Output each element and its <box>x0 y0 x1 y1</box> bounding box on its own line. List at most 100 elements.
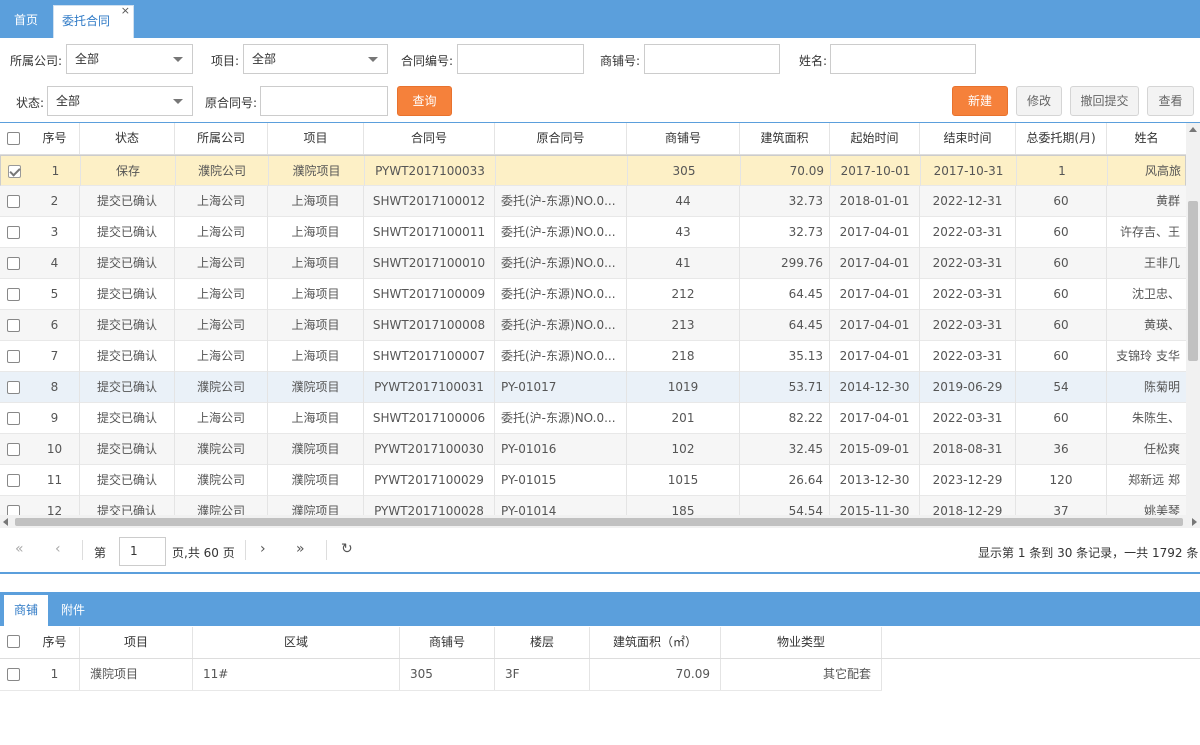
shop-no-input[interactable] <box>644 44 780 74</box>
cell-project: 濮院项目 <box>269 156 365 187</box>
tab-attachments[interactable]: 附件 <box>61 595 85 626</box>
table-row[interactable]: 9 提交已确认 上海公司 上海项目 SHWT2017100006 委托(沪-东源)NO.0… <box>0 403 1187 434</box>
new-button[interactable]: 新建 <box>952 86 1008 116</box>
select-all-checkbox[interactable] <box>7 132 20 145</box>
cell-name: 黄瑛、 <box>1107 310 1187 341</box>
column-header-project[interactable]: 项目 <box>80 627 193 658</box>
cell-index: 7 <box>30 341 80 372</box>
cell-area: 53.71 <box>740 372 830 403</box>
cell-name: 陈菊明 <box>1107 372 1187 403</box>
cell-shop-no: 1019 <box>627 372 740 403</box>
column-header-shop-no[interactable]: 商铺号 <box>627 123 740 154</box>
column-header-contract-no[interactable]: 合同号 <box>364 123 495 154</box>
project-select[interactable]: 全部 <box>243 44 388 74</box>
table-row[interactable]: 11 提交已确认 濮院公司 濮院项目 PYWT2017100029 PY-01015 101… <box>0 465 1187 496</box>
name-input[interactable] <box>830 44 976 74</box>
cell-company: 上海公司 <box>175 248 268 279</box>
chevron-down-icon <box>173 99 183 104</box>
last-page-icon[interactable]: » <box>296 541 305 557</box>
tab-home[interactable]: 首页 <box>14 5 38 38</box>
cell-end-date: 2019-06-29 <box>920 372 1016 403</box>
table-row[interactable]: 4 提交已确认 上海公司 上海项目 SHWT2017100010 委托(沪-东源)NO.0… <box>0 248 1187 279</box>
column-header-area[interactable]: 建筑面积 <box>740 123 830 154</box>
table-row[interactable]: 1 保存 濮院公司 濮院项目 PYWT2017100033 305 70.09 2017-10… <box>0 155 1188 187</box>
close-icon[interactable]: × <box>121 0 130 26</box>
column-header-project[interactable]: 项目 <box>268 123 364 154</box>
row-checkbox[interactable] <box>7 381 20 394</box>
cell-orig-contract-no: 委托(沪-东源)NO.0... <box>495 341 627 372</box>
row-checkbox[interactable] <box>7 474 20 487</box>
prev-page-icon[interactable]: ‹ <box>55 541 61 557</box>
table-row[interactable]: 3 提交已确认 上海公司 上海项目 SHWT2017100011 委托(沪-东源)NO.0… <box>0 217 1187 248</box>
column-header-start-date[interactable]: 起始时间 <box>830 123 920 154</box>
tab-shops[interactable]: 商铺 <box>4 595 48 626</box>
cell-project: 上海项目 <box>268 186 364 217</box>
column-header-name[interactable]: 姓名 <box>1107 123 1187 154</box>
cell-term-months: 1 <box>1017 156 1108 187</box>
column-header-orig-contract-no[interactable]: 原合同号 <box>495 123 627 154</box>
view-button[interactable]: 查看 <box>1147 86 1194 116</box>
column-header-area[interactable]: 建筑面积（㎡） <box>590 627 721 658</box>
next-page-icon[interactable]: › <box>260 541 266 557</box>
first-page-icon[interactable]: « <box>15 541 24 557</box>
row-checkbox[interactable] <box>7 668 20 681</box>
edit-button[interactable]: 修改 <box>1016 86 1062 116</box>
orig-contract-input[interactable] <box>260 86 388 116</box>
cell-end-date: 2022-03-31 <box>920 403 1016 434</box>
vertical-scrollbar[interactable] <box>1186 123 1200 515</box>
table-row[interactable]: 5 提交已确认 上海公司 上海项目 SHWT2017100009 委托(沪-东源)NO.0… <box>0 279 1187 310</box>
row-checkbox[interactable] <box>7 412 20 425</box>
contract-no-input[interactable] <box>457 44 584 74</box>
company-select[interactable]: 全部 <box>66 44 193 74</box>
scroll-right-icon[interactable] <box>1192 518 1197 526</box>
scroll-left-icon[interactable] <box>3 518 8 526</box>
query-button[interactable]: 查询 <box>397 86 452 116</box>
row-checkbox[interactable] <box>7 350 20 363</box>
row-checkbox[interactable] <box>8 165 21 178</box>
scroll-thumb[interactable] <box>15 518 1183 526</box>
column-header-floor[interactable]: 楼层 <box>495 627 590 658</box>
column-header-status[interactable]: 状态 <box>80 123 175 154</box>
horizontal-scrollbar[interactable] <box>0 515 1200 528</box>
scroll-thumb[interactable] <box>1188 201 1198 361</box>
cell-area: 32.73 <box>740 186 830 217</box>
status-select[interactable]: 全部 <box>47 86 193 116</box>
contract-grid: 序号 状态 所属公司 项目 合同号 原合同号 商铺号 建筑面积 起始时间 结束时间 总委托期(月) 姓… <box>0 122 1200 528</box>
column-header-area-zone[interactable]: 区域 <box>193 627 400 658</box>
project-select-value: 全部 <box>252 52 277 66</box>
cell-project: 上海项目 <box>268 341 364 372</box>
row-checkbox[interactable] <box>7 226 20 239</box>
row-checkbox[interactable] <box>7 195 20 208</box>
table-row[interactable]: 7 提交已确认 上海公司 上海项目 SHWT2017100007 委托(沪-东源)NO.0… <box>0 341 1187 372</box>
column-header-property-type[interactable]: 物业类型 <box>721 627 882 658</box>
table-row[interactable]: 1 濮院项目 11# 305 3F 70.09 其它配套 <box>0 659 882 691</box>
table-row[interactable]: 8 提交已确认 濮院公司 濮院项目 PYWT2017100031 PY-01017 1019… <box>0 372 1187 403</box>
cell-shop-no: 212 <box>627 279 740 310</box>
cell-name: 黄群 <box>1107 186 1187 217</box>
row-checkbox[interactable] <box>7 443 20 456</box>
select-all-checkbox[interactable] <box>7 635 20 648</box>
row-checkbox[interactable] <box>7 319 20 332</box>
page-number-input[interactable]: 1 <box>119 537 166 566</box>
withdraw-button[interactable]: 撤回提交 <box>1070 86 1139 116</box>
cell-start-date: 2017-04-01 <box>830 310 920 341</box>
column-header-end-date[interactable]: 结束时间 <box>920 123 1016 154</box>
cell-status: 提交已确认 <box>80 403 175 434</box>
refresh-icon[interactable]: ↻ <box>341 541 353 557</box>
table-row[interactable]: 6 提交已确认 上海公司 上海项目 SHWT2017100008 委托(沪-东源)NO.0… <box>0 310 1187 341</box>
scroll-up-icon[interactable] <box>1189 127 1197 132</box>
column-header-company[interactable]: 所属公司 <box>175 123 268 154</box>
table-row[interactable]: 10 提交已确认 濮院公司 濮院项目 PYWT2017100030 PY-01016 102… <box>0 434 1187 465</box>
column-header-index[interactable]: 序号 <box>30 123 80 154</box>
tab-entrust-contract[interactable]: 委托合同 × <box>53 4 134 38</box>
row-checkbox[interactable] <box>7 288 20 301</box>
row-checkbox[interactable] <box>7 257 20 270</box>
cell-term-months: 60 <box>1016 186 1107 217</box>
table-row[interactable]: 2 提交已确认 上海公司 上海项目 SHWT2017100012 委托(沪-东源)NO.0… <box>0 186 1187 217</box>
cell-company: 濮院公司 <box>175 372 268 403</box>
column-header-term-months[interactable]: 总委托期(月) <box>1016 123 1107 154</box>
column-header-shop-no[interactable]: 商铺号 <box>400 627 495 658</box>
cell-end-date: 2022-03-31 <box>920 248 1016 279</box>
cell-contract-no: SHWT2017100012 <box>364 186 495 217</box>
column-header-index[interactable]: 序号 <box>30 627 80 658</box>
